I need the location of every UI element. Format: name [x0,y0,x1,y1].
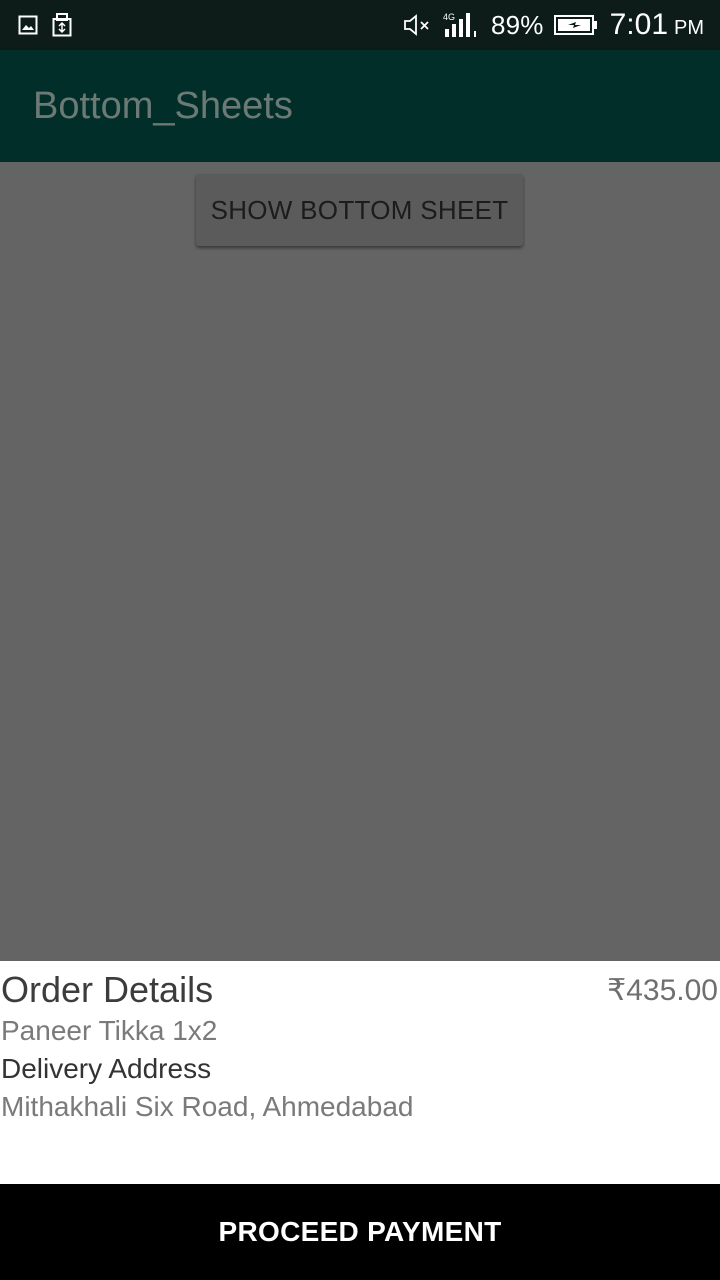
content-scrim[interactable]: SHOW BOTTOM SHEET [0,162,720,961]
signal-4g-icon: 4G [443,11,479,39]
order-item: Paneer Tikka 1x2 [1,1015,218,1046]
show-bottom-sheet-button[interactable]: SHOW BOTTOM SHEET [196,174,523,246]
mute-icon [403,13,433,37]
screen: 4G 89% 7:01 PM Bottom_Sheets SHOW BOTTOM… [0,0,720,1280]
app-bar: Bottom_Sheets [0,50,720,162]
proceed-payment-button[interactable]: PROCEED PAYMENT [0,1184,720,1280]
order-details-title: Order Details [1,969,214,1010]
network-type-label: 4G [443,12,455,22]
delivery-address-label: Delivery Address [1,1053,212,1084]
clock-ampm: PM [674,16,704,39]
battery-percent: 89% [490,9,544,40]
order-price: ₹435.00 [607,974,718,1007]
bottom-sheet: Order Details ₹435.00 Paneer Tikka 1x2 D… [0,961,720,1280]
status-bar: 4G 89% 7:01 PM [0,0,720,50]
clock-time: 7:01 [609,8,668,41]
app-title: Bottom_Sheets [33,84,293,127]
delivery-address-value: Mithakhali Six Road, Ahmedabad [1,1091,414,1122]
status-left-group [18,13,86,37]
status-right-group: 4G 89% 7:01 PM [393,8,704,42]
usb-icon [52,13,72,37]
battery-charging-icon [553,14,598,36]
image-icon [18,15,38,35]
